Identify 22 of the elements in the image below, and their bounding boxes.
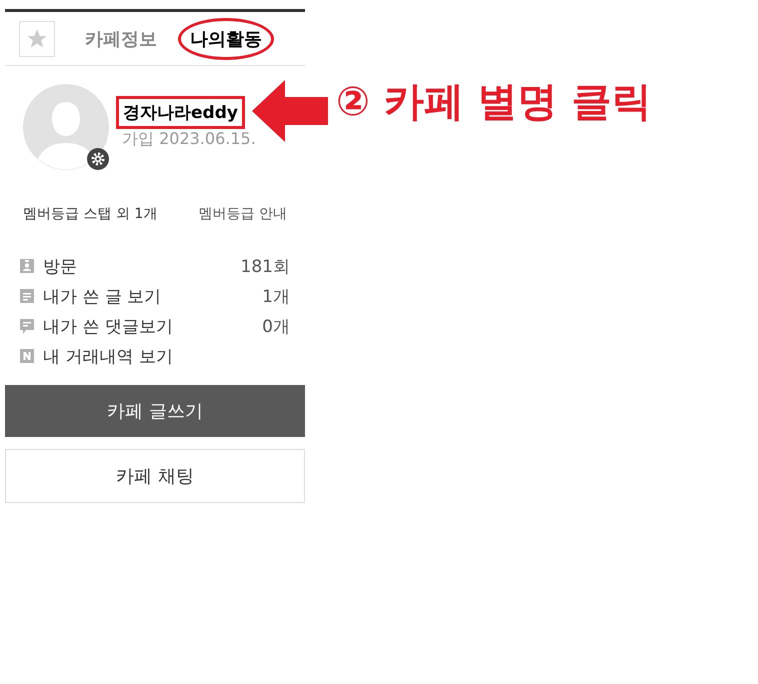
activity-link[interactable]: 방문 xyxy=(43,254,77,278)
tab[interactable]: 나의활동 xyxy=(178,18,274,60)
id-card-icon xyxy=(20,259,34,273)
activity-count: 0개 xyxy=(262,316,290,338)
nickname-link[interactable]: 경자나라eddy xyxy=(116,96,245,129)
activity-link[interactable]: 내가 쓴 글 보기 xyxy=(43,284,162,308)
chat-button[interactable]: 카페 채팅 xyxy=(5,449,305,503)
member-grade-guide-link[interactable]: 멤버등급 안내 xyxy=(198,205,287,223)
document-icon xyxy=(20,289,34,303)
n-logo-icon xyxy=(20,349,34,363)
join-date: 가입 2023.06.15. xyxy=(122,129,256,150)
tab[interactable]: 카페정보 xyxy=(85,26,157,50)
write-post-button[interactable]: 카페 글쓰기 xyxy=(5,385,305,437)
activity-link[interactable]: 내 거래내역 보기 xyxy=(43,344,173,368)
settings-icon[interactable] xyxy=(87,148,109,170)
activity-link[interactable]: 내가 쓴 댓글보기 xyxy=(43,314,173,338)
comment-icon xyxy=(20,318,34,334)
activity-count: 181회 xyxy=(240,256,290,278)
avatar-icon xyxy=(23,84,109,170)
member-grade-text: 멤버등급 스탭 외 1개 xyxy=(23,205,158,223)
annotation-text: ② 카페 별명 클릭 xyxy=(336,78,652,127)
activity-count: 1개 xyxy=(262,286,290,308)
